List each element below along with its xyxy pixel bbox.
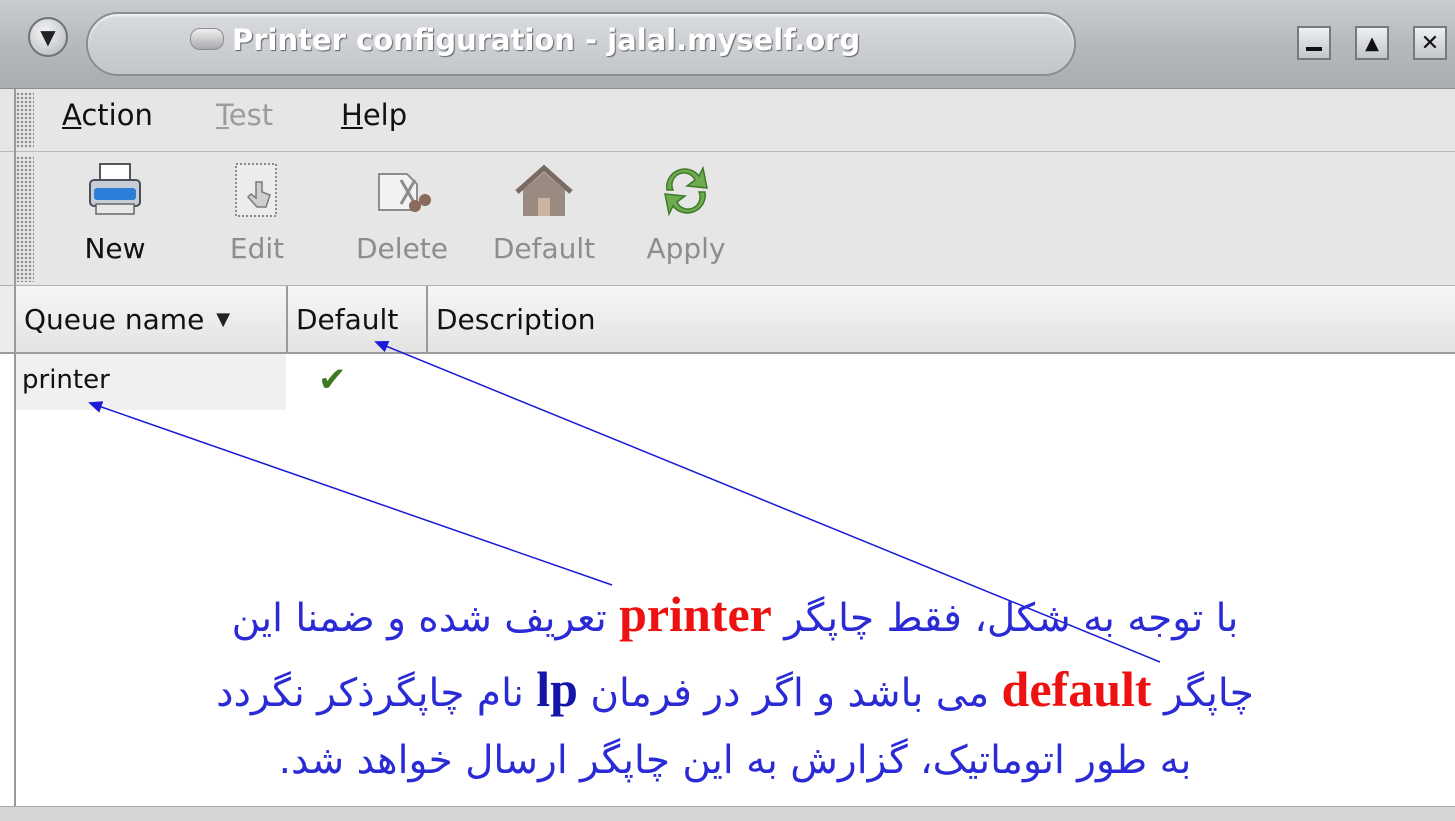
annotation-line-3: به طور اتوماتیک، گزارش به این چاپگر ارسا… — [278, 738, 1192, 783]
arrow-to-queue-name — [88, 401, 613, 586]
annotation-line-1: با توجه به شکل، فقط چاپگر printer تعریف … — [90, 585, 1380, 643]
annotation-line-2: چاپگر default می باشد و اگر در فرمان lp … — [90, 660, 1380, 718]
annotation-line-2-mid: می باشد و اگر در فرمان — [590, 671, 990, 716]
annotation-keyword-printer: printer — [619, 586, 772, 642]
annotation-keyword-lp: lp — [536, 661, 578, 717]
annotation-line-1-post: تعریف شده و ضمنا این — [231, 596, 607, 641]
annotation-line-1-pre: با توجه به شکل، فقط چاپگر — [784, 596, 1239, 641]
status-strip — [0, 806, 1455, 821]
annotation-line-2-pre: چاپگر — [1163, 671, 1254, 716]
annotation-line-2-post: نام چاپگرذکر نگردد — [216, 671, 524, 716]
annotation-keyword-default: default — [1001, 661, 1152, 717]
